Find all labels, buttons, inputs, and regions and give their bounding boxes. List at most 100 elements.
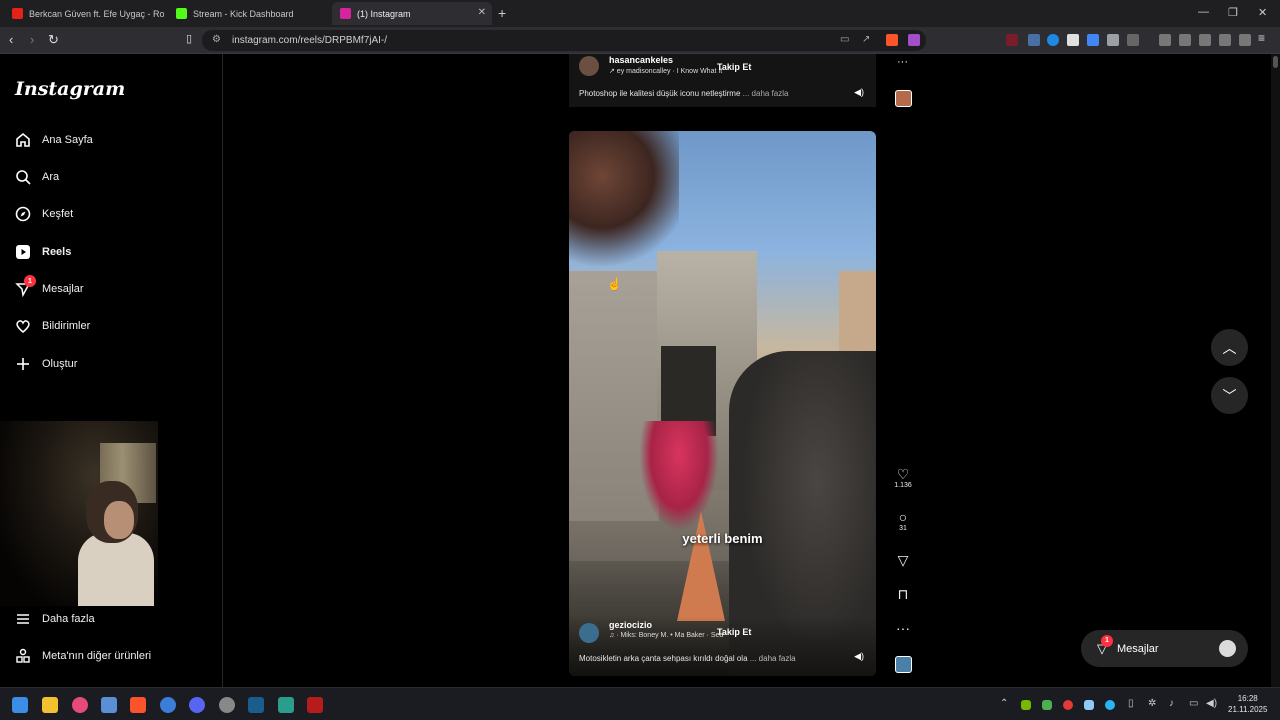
brave-shields-icon[interactable] xyxy=(886,34,898,46)
page-scrollbar[interactable] xyxy=(1271,54,1280,687)
nav-home[interactable]: Ana Sayfa xyxy=(14,128,93,152)
share-button[interactable]: ▽ xyxy=(888,552,918,568)
url-bar[interactable]: ⚙ instagram.com/reels/DRPBMf7jAI-/ ▭ ↗ xyxy=(202,30,926,51)
microphone-icon[interactable]: ♪ xyxy=(1169,698,1174,709)
plus-icon[interactable]: + xyxy=(498,5,506,21)
extension-icon[interactable] xyxy=(1047,34,1059,46)
tray-icon[interactable] xyxy=(1105,700,1115,710)
messages-floating-button[interactable]: ▽ 1 Mesajlar xyxy=(1081,630,1248,667)
reel-current[interactable]: yeterli benim geziocizio ♫ · Miks: Boney… xyxy=(569,131,876,676)
nav-reels[interactable]: Reels xyxy=(14,240,71,264)
instagram-logo[interactable]: Instagram xyxy=(15,78,125,100)
sidebar-toggle-icon[interactable] xyxy=(1179,34,1191,46)
app-icon[interactable] xyxy=(278,697,294,713)
app-icon[interactable] xyxy=(307,697,323,713)
steam-tray-icon[interactable] xyxy=(1084,700,1094,710)
nav-more[interactable]: Daha fazla xyxy=(14,607,95,631)
volume-icon[interactable]: ◀) xyxy=(854,651,864,662)
restore-icon[interactable]: ❐ xyxy=(1228,6,1238,19)
forward-icon[interactable]: › xyxy=(30,32,34,47)
volume-icon[interactable]: ◀) xyxy=(854,87,864,98)
reel-audio[interactable]: ♫ · Miks: Boney M. • Ma Baker · Sea xyxy=(609,632,723,639)
share-icon[interactable]: ↗ xyxy=(862,34,870,45)
app-icon[interactable] xyxy=(101,697,117,713)
windows-taskbar: ⌃ ▯ ✲ ♪ ▭ ◀) 16:28 21.11.2025 xyxy=(0,687,1280,720)
nav-notifications[interactable]: Bildirimler xyxy=(14,314,90,338)
nav-meta-apps[interactable]: Meta'nın diğer ürünleri xyxy=(14,644,151,668)
puzzle-icon[interactable] xyxy=(1107,34,1119,46)
reel-actions: ▽ xyxy=(888,552,918,568)
file-explorer-icon[interactable] xyxy=(42,697,58,713)
app-icon[interactable] xyxy=(219,697,235,713)
comment-button[interactable]: ○ 31 xyxy=(888,509,918,532)
nav-label: Keşfet xyxy=(42,208,74,220)
caption-text: Motosikletin arka çanta sehpası kırıldı … xyxy=(579,654,748,663)
avatar[interactable] xyxy=(579,623,599,643)
media-icon[interactable] xyxy=(1159,34,1171,46)
nav-search[interactable]: Ara xyxy=(14,165,59,189)
notification-badge: 1 xyxy=(1101,634,1113,647)
discord-icon[interactable] xyxy=(189,697,205,713)
app-icon[interactable] xyxy=(72,697,88,713)
app-icon[interactable] xyxy=(160,697,176,713)
nvidia-icon[interactable] xyxy=(1021,700,1031,710)
usb-icon[interactable]: ▯ xyxy=(1128,698,1134,709)
avatar[interactable] xyxy=(579,56,599,76)
nav-messages[interactable]: 1 Mesajlar xyxy=(14,275,84,301)
menu-icon[interactable]: ≡ xyxy=(1258,31,1265,45)
tab-kick[interactable]: Stream - Kick Dashboard xyxy=(168,2,328,25)
vpn-icon[interactable] xyxy=(1239,34,1251,46)
translate-icon[interactable] xyxy=(1087,34,1099,46)
minimize-icon[interactable]: — xyxy=(1198,6,1209,18)
follow-button[interactable]: Takip Et xyxy=(717,62,751,72)
nav-explore[interactable]: Keşfet xyxy=(14,202,73,226)
reel-username[interactable]: hasancankeles xyxy=(609,55,673,65)
bookmark-icon[interactable]: ▯ xyxy=(186,32,192,45)
nav-label: Mesajlar xyxy=(42,283,84,295)
tab-youtube[interactable]: Berkcan Güven ft. Efe Uygaç - Rockst... xyxy=(4,2,164,25)
close-window-icon[interactable]: ✕ xyxy=(1258,6,1267,19)
reel-username[interactable]: geziocizio xyxy=(609,620,652,630)
extension-icon[interactable] xyxy=(1006,34,1018,46)
system-clock[interactable]: 16:28 21.11.2025 xyxy=(1228,693,1267,715)
screenshot-icon[interactable] xyxy=(1127,34,1139,46)
like-button[interactable]: ♡ 1.136 xyxy=(888,466,918,489)
more-link[interactable]: ... daha fazla xyxy=(750,654,796,663)
messenger-icon: ▽ 1 xyxy=(1097,634,1113,657)
back-icon[interactable]: ‹ xyxy=(9,32,13,47)
audio-thumbnail[interactable] xyxy=(895,656,912,673)
reel-previous[interactable]: hasancankeles ↗ ey madisoncalley · I Kno… xyxy=(569,54,876,107)
tray-icon[interactable] xyxy=(1063,700,1073,710)
audio-thumbnail[interactable] xyxy=(895,90,912,107)
follow-button[interactable]: Takip Et xyxy=(717,627,751,637)
tray-icon[interactable]: ✲ xyxy=(1148,698,1156,709)
speaker-icon[interactable]: ◀) xyxy=(1206,698,1217,709)
extension-icon[interactable] xyxy=(1067,34,1079,46)
brave-rewards-icon[interactable] xyxy=(908,34,920,46)
cast-icon[interactable]: ▭ xyxy=(840,34,849,45)
leo-ai-icon[interactable] xyxy=(1219,34,1231,46)
tab-instagram[interactable]: (1) Instagram ✕ xyxy=(332,2,492,25)
reel-actions: ··· xyxy=(888,620,918,636)
tray-overflow-icon[interactable]: ⌃ xyxy=(1000,698,1008,709)
network-icon[interactable]: ▭ xyxy=(1189,698,1198,709)
reel-audio[interactable]: ↗ ey madisoncalley · I Know What It xyxy=(609,67,722,75)
steam-icon[interactable] xyxy=(248,697,264,713)
tray-icon[interactable] xyxy=(1042,700,1052,710)
tab-bar: Berkcan Güven ft. Efe Uygaç - Rockst... … xyxy=(0,0,1280,27)
more-options-button[interactable]: ··· xyxy=(888,620,918,636)
windows-start-icon[interactable] xyxy=(12,697,28,713)
reload-icon[interactable]: ↻ xyxy=(48,32,59,48)
nav-create[interactable]: Oluştur xyxy=(14,352,77,376)
brave-browser-icon[interactable] xyxy=(130,697,146,713)
more-link[interactable]: ... daha fazla xyxy=(743,89,789,98)
extension-icon[interactable] xyxy=(1028,34,1040,46)
wallet-icon[interactable] xyxy=(1199,34,1211,46)
chevron-up-icon: ︿ xyxy=(1222,339,1237,356)
previous-reel-button[interactable]: ︿ xyxy=(1211,329,1248,366)
save-button[interactable]: ⊓ xyxy=(888,586,918,602)
next-reel-button[interactable]: ﹀ xyxy=(1211,377,1248,414)
close-icon[interactable]: ✕ xyxy=(478,7,486,18)
more-options-icon[interactable]: ··· xyxy=(897,56,908,68)
site-info-icon[interactable]: ⚙ xyxy=(212,34,221,45)
